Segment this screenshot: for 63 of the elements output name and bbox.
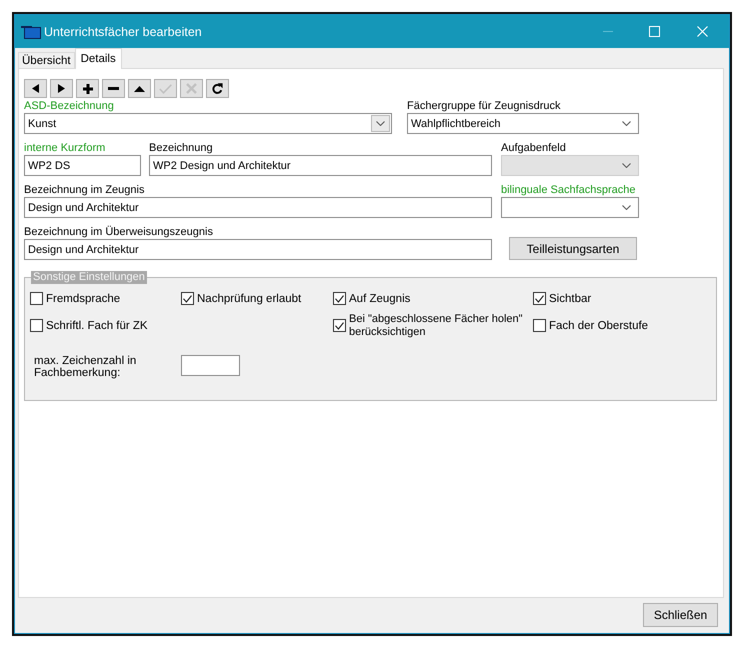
text-field[interactable]: WP2 Design und Architektur (149, 155, 492, 176)
move-up-button[interactable] (128, 79, 151, 98)
field-label: interne Kurzform (24, 142, 106, 155)
plus-icon (82, 84, 92, 94)
chevron-down-icon (376, 121, 385, 126)
checkbox[interactable] (533, 319, 546, 332)
previous-button[interactable] (24, 79, 47, 98)
checkbox[interactable] (30, 292, 43, 305)
check-icon (183, 294, 192, 302)
dropdown-field[interactable]: Kunst (24, 113, 392, 134)
text-field[interactable]: Design und Architektur (24, 239, 492, 260)
cross-icon (186, 83, 197, 94)
close-button[interactable]: Schließen (643, 603, 718, 627)
checkbox[interactable] (333, 292, 346, 305)
number-field[interactable] (181, 355, 240, 376)
action-button[interactable]: Teilleistungsarten (509, 237, 637, 260)
checkbox-label[interactable]: Nachprüfung erlaubt (197, 292, 302, 304)
field-label: Bezeichnung im Zeugnis (24, 184, 144, 197)
chevron-down-icon (622, 205, 631, 210)
dropdown-field[interactable] (501, 197, 639, 218)
checkbox-label[interactable]: Auf Zeugnis (349, 292, 410, 304)
check-icon (535, 294, 544, 302)
field-label: max. Zeichenzahl in Fachbemerkung: (34, 355, 138, 379)
text-field[interactable]: WP2 DS (24, 155, 141, 176)
close-icon[interactable] (697, 26, 708, 37)
checkbox-label[interactable]: Fach der Oberstufe (549, 320, 648, 332)
field-label: bilinguale Sachfachsprache (501, 184, 636, 197)
maximize-icon[interactable] (649, 26, 660, 37)
checkbox[interactable] (30, 319, 43, 332)
refresh-button[interactable] (206, 79, 229, 98)
up-triangle-icon (134, 86, 145, 92)
next-button[interactable] (50, 79, 73, 98)
window-icon (21, 24, 41, 38)
checkbox[interactable] (533, 292, 546, 305)
chevron-down-icon (622, 163, 631, 168)
text-field[interactable]: Design und Architektur (24, 197, 492, 218)
checkbox[interactable] (333, 319, 346, 332)
remove-button[interactable] (102, 79, 125, 98)
window-title: Unterrichtsfächer bearbeiten (44, 24, 202, 38)
minus-icon (108, 87, 119, 90)
checkbox[interactable] (181, 292, 194, 305)
field-label: Bezeichnung im Überweisungszeugnis (24, 226, 213, 239)
dropdown-button[interactable] (371, 115, 390, 132)
check-icon (159, 84, 172, 94)
checkbox-label[interactable]: Bei "abgeschlossene Fächer holen" berücksichtigen (349, 312, 533, 338)
tab[interactable]: Details (74, 48, 122, 69)
add-button[interactable] (76, 79, 99, 98)
refresh-icon (212, 83, 223, 94)
left-triangle-icon (32, 84, 39, 93)
right-triangle-icon (58, 84, 65, 93)
field-label: Fächergruppe für Zeugnisdruck (407, 100, 560, 113)
tab[interactable]: Übersicht (18, 52, 75, 68)
group-title: Sonstige Einstellungen (31, 271, 147, 284)
dropdown-field[interactable]: Wahlpflichtbereich (407, 113, 639, 134)
field-label: Bezeichnung (149, 142, 213, 155)
checkbox-label[interactable]: Fremdsprache (46, 292, 120, 304)
checkbox-label[interactable]: Schriftl. Fach für ZK (46, 320, 148, 332)
check-icon (335, 322, 344, 330)
chevron-down-icon (622, 121, 631, 126)
field-label: Aufgabenfeld (501, 142, 566, 155)
field-label: ASD-Bezeichnung (24, 100, 114, 113)
check-icon (335, 294, 344, 302)
checkbox-label[interactable]: Sichtbar (549, 292, 592, 304)
